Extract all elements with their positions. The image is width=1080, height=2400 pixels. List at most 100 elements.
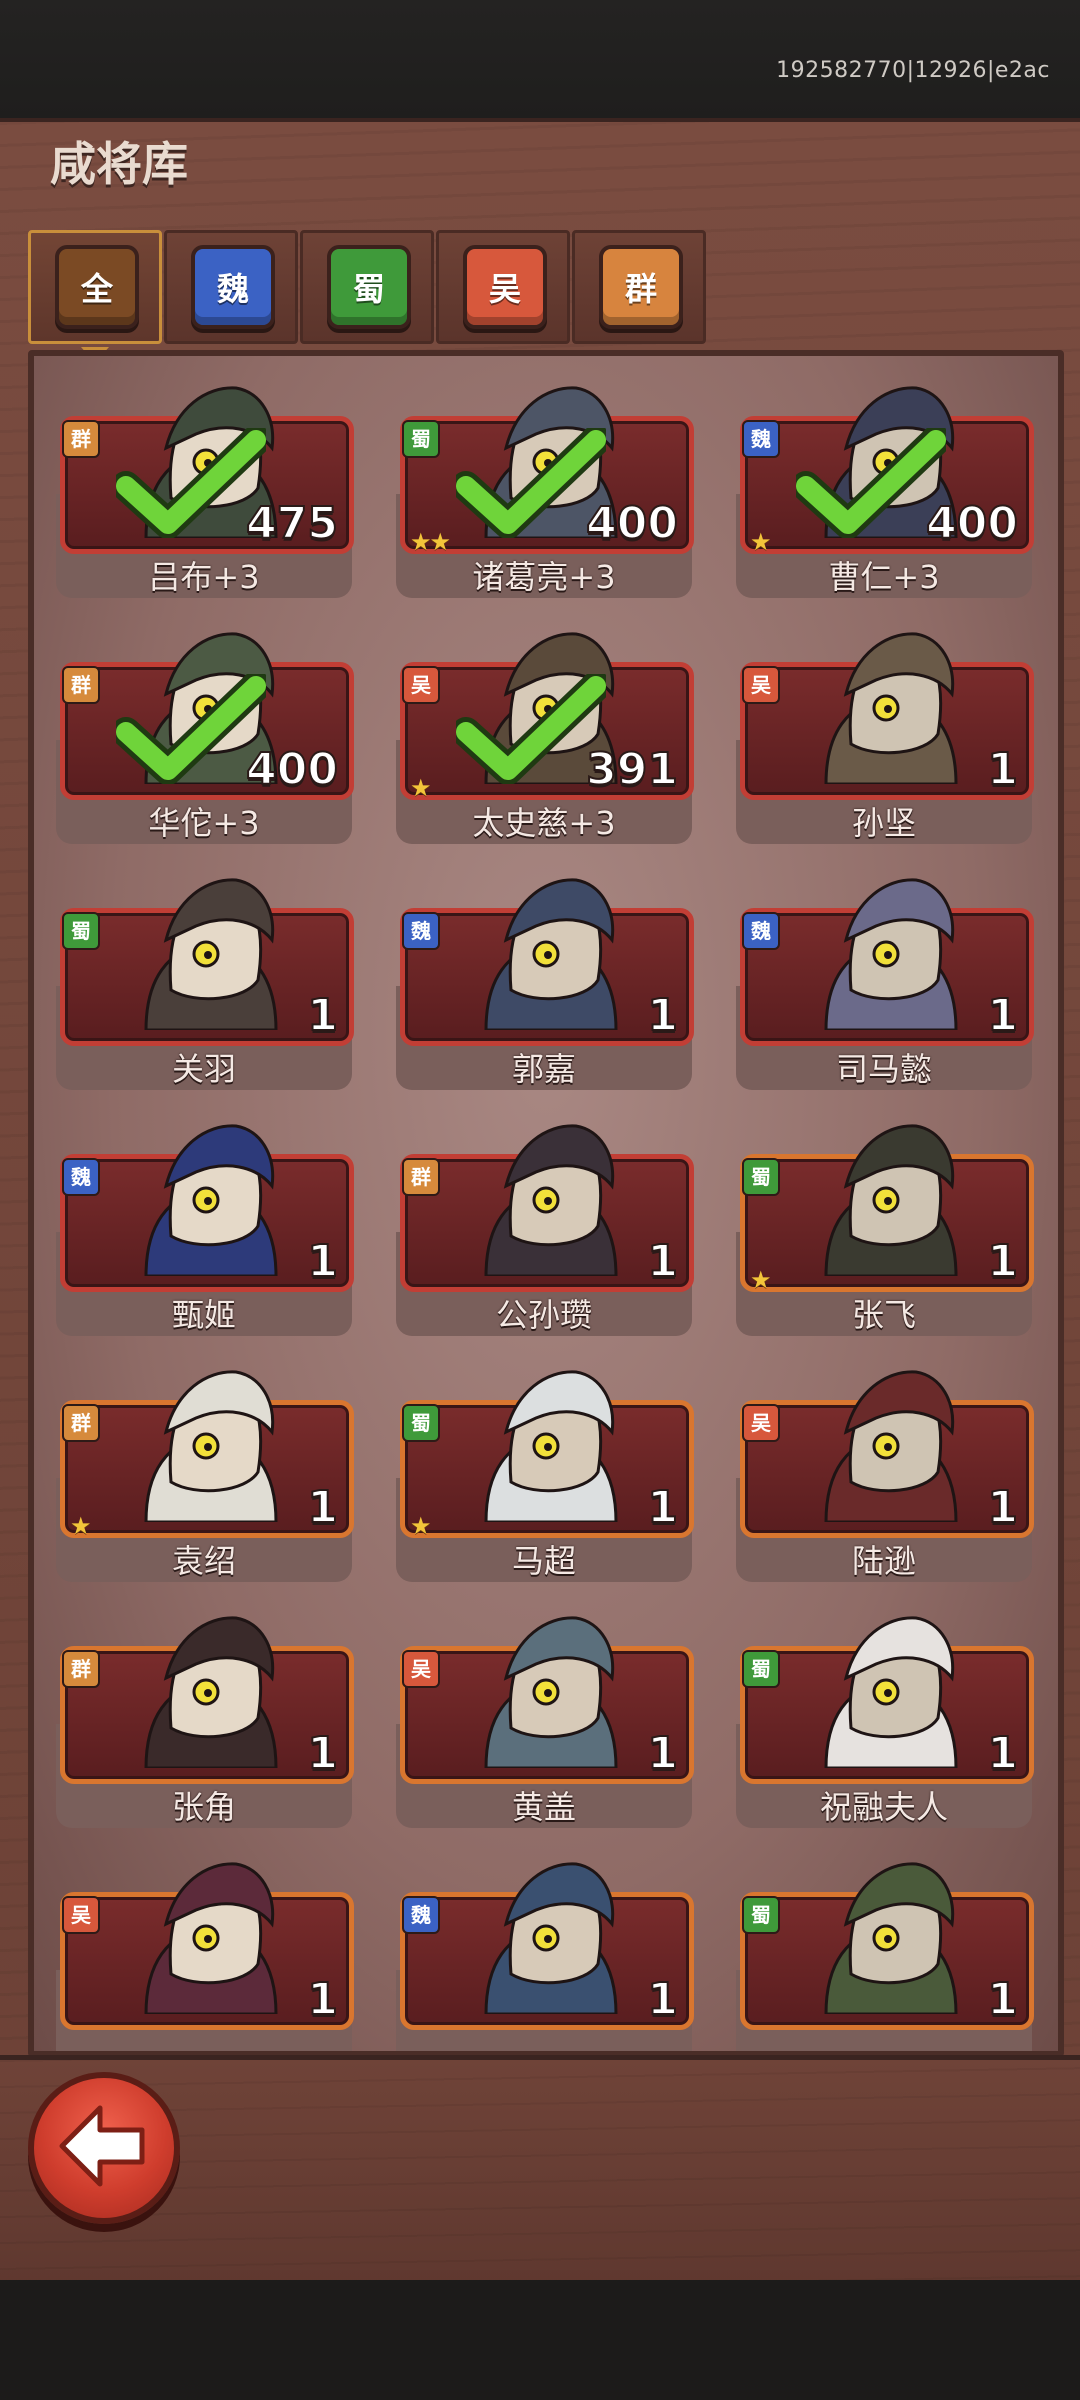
hero-name: 太史慈+3 [472, 804, 616, 842]
hero-portrait [466, 870, 636, 1032]
hero-portrait [126, 1608, 296, 1770]
faction-badge: 吴 [742, 1404, 780, 1442]
faction-badge: 吴 [402, 666, 440, 704]
hero-name: 华佗+3 [148, 804, 260, 842]
hero-name: 关羽 [171, 1050, 236, 1088]
tab-label: 全 [55, 245, 139, 329]
faction-badge: 吴 [402, 1650, 440, 1688]
hero-card[interactable]: 群 475 吕布+3 [56, 378, 354, 598]
hero-card[interactable]: 吴 ★ 391 太史慈+3 [396, 624, 694, 844]
hero-portrait [806, 1854, 976, 2016]
hero-card[interactable]: 蜀 ★ 1 马超 [396, 1362, 694, 1582]
hero-portrait [806, 1608, 976, 1770]
hero-portrait [466, 1362, 636, 1524]
hero-count: 1 [986, 743, 1019, 796]
hero-card[interactable]: 吴 1 陆逊 [736, 1362, 1034, 1582]
hero-portrait [806, 870, 976, 1032]
hero-count: 1 [986, 1235, 1019, 1288]
checkmark-icon [451, 671, 611, 785]
hero-card[interactable]: 魏 1 司马懿 [736, 870, 1034, 1090]
hero-portrait [466, 1854, 636, 2016]
faction-badge: 蜀 [402, 420, 440, 458]
hero-portrait [126, 1854, 296, 2016]
faction-badge: 群 [62, 666, 100, 704]
hero-name: 马超 [511, 1542, 576, 1580]
build-id-text: 192582770|12926|e2ac [776, 58, 1050, 83]
bottom-system-strip [0, 2280, 1080, 2400]
hero-card[interactable]: 魏 ★ 400 曹仁+3 [736, 378, 1034, 598]
hero-card[interactable]: 吴 1 黄盖 [396, 1608, 694, 1828]
hero-card[interactable]: 吴 1 孙坚 [736, 624, 1034, 844]
hero-count: 391 [585, 743, 679, 796]
tab-4[interactable]: 群 [572, 230, 706, 344]
hero-card[interactable]: 魏 1 郭嘉 [396, 870, 694, 1090]
hero-name: 张角 [171, 1788, 236, 1826]
hero-collection-panel[interactable]: 群 475 吕布+3 蜀 ★★ 400 诸葛亮+3 魏 ★ 400 曹仁+3 群 400 华佗+3 吴 ★ 39… [28, 350, 1064, 2057]
tab-label: 蜀 [327, 245, 411, 329]
faction-badge: 魏 [402, 912, 440, 950]
faction-badge: 魏 [742, 420, 780, 458]
tab-1[interactable]: 魏 [164, 230, 298, 344]
hero-count: 475 [245, 497, 339, 550]
hero-card[interactable]: 魏1 [396, 1854, 694, 2051]
faction-badge: 魏 [62, 1158, 100, 1196]
hero-count: 1 [646, 989, 679, 1042]
hero-count: 1 [306, 1727, 339, 1780]
hero-card[interactable]: 蜀 ★ 1 张飞 [736, 1116, 1034, 1336]
checkmark-icon [451, 425, 611, 539]
back-button[interactable] [28, 2072, 180, 2224]
hero-portrait [126, 870, 296, 1032]
hero-count: 1 [646, 1235, 679, 1288]
hero-card[interactable]: 蜀 1 关羽 [56, 870, 354, 1090]
hero-count: 1 [306, 1973, 339, 2026]
hero-card[interactable]: 群 1 张角 [56, 1608, 354, 1828]
hero-portrait [466, 1608, 636, 1770]
hero-card[interactable]: 蜀1 [736, 1854, 1034, 2051]
hero-card[interactable]: 群 1 公孙瓒 [396, 1116, 694, 1336]
hero-name: 孙坚 [851, 804, 916, 842]
hero-portrait [126, 1362, 296, 1524]
hero-count: 400 [585, 497, 679, 550]
hero-portrait [806, 624, 976, 786]
hero-card[interactable]: 蜀 1 祝融夫人 [736, 1608, 1034, 1828]
hero-count: 1 [986, 989, 1019, 1042]
hero-card[interactable]: 吴1 [56, 1854, 354, 2051]
hero-name: 黄盖 [511, 1788, 576, 1826]
tab-0[interactable]: 全 [28, 230, 162, 363]
hero-name: 甄姬 [171, 1296, 236, 1334]
hero-card[interactable]: 群 ★ 1 袁绍 [56, 1362, 354, 1582]
faction-badge: 群 [62, 1650, 100, 1688]
faction-tab-bar: 全魏蜀吴群 [0, 214, 1080, 363]
tab-3[interactable]: 吴 [436, 230, 570, 344]
hero-count: 1 [646, 1973, 679, 2026]
hero-name: 祝融夫人 [819, 1788, 948, 1826]
hero-name: 郭嘉 [511, 1050, 576, 1088]
hero-card[interactable]: 群 400 华佗+3 [56, 624, 354, 844]
faction-badge: 群 [402, 1158, 440, 1196]
hero-portrait [806, 1116, 976, 1278]
faction-badge: 蜀 [62, 912, 100, 950]
page-title: 咸将库 [50, 137, 188, 191]
hero-count: 400 [925, 497, 1019, 550]
hero-portrait [466, 1116, 636, 1278]
hero-count: 1 [986, 1973, 1019, 2026]
hero-name: 吕布+3 [148, 558, 260, 596]
faction-badge: 群 [62, 420, 100, 458]
faction-badge: 群 [62, 1404, 100, 1442]
faction-badge: 吴 [62, 1896, 100, 1934]
hero-card[interactable]: 蜀 ★★ 400 诸葛亮+3 [396, 378, 694, 598]
hero-name: 袁绍 [171, 1542, 236, 1580]
tab-2[interactable]: 蜀 [300, 230, 434, 344]
faction-badge: 魏 [402, 1896, 440, 1934]
hero-card[interactable]: 魏 1 甄姬 [56, 1116, 354, 1336]
faction-badge: 蜀 [402, 1404, 440, 1442]
checkmark-icon [111, 671, 271, 785]
tab-label: 群 [599, 245, 683, 329]
checkmark-icon [791, 425, 951, 539]
hero-name: 司马懿 [835, 1050, 932, 1088]
hero-count: 400 [245, 743, 339, 796]
faction-badge: 蜀 [742, 1650, 780, 1688]
hero-name: 陆逊 [851, 1542, 916, 1580]
checkmark-icon [111, 425, 271, 539]
hero-count: 1 [986, 1727, 1019, 1780]
